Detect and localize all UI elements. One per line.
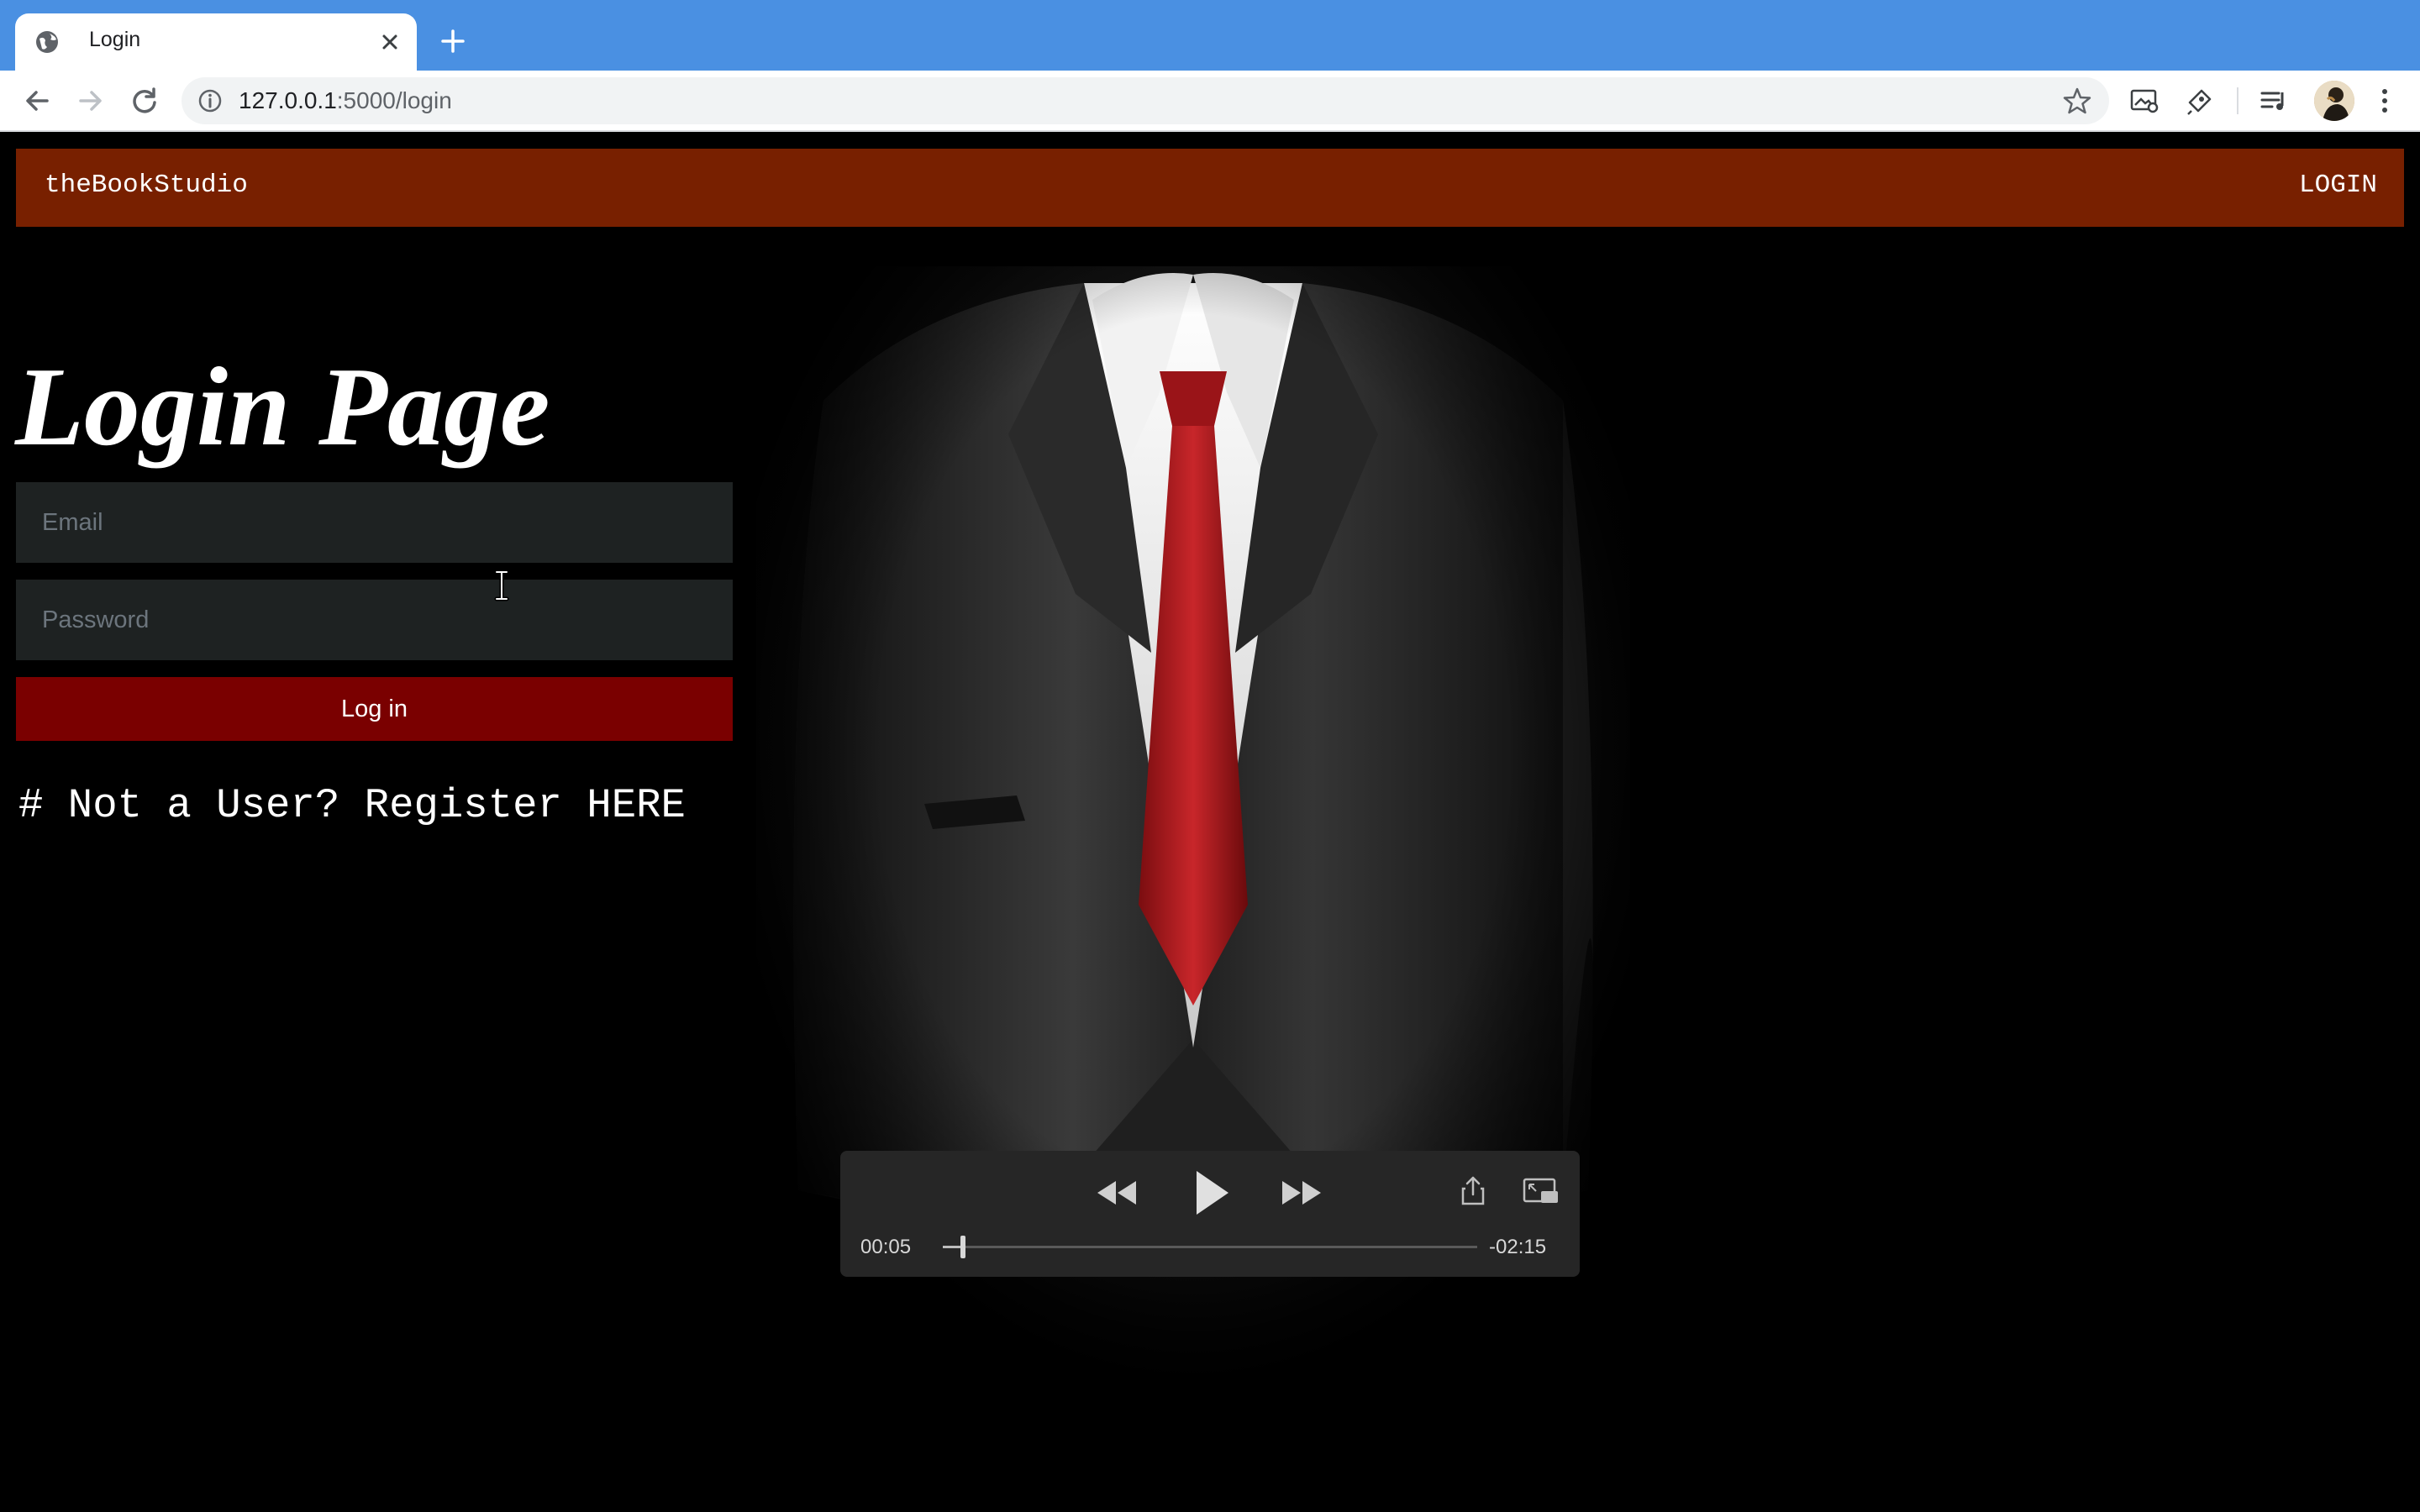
login-button[interactable]: Log in	[16, 677, 733, 741]
page-viewport: theBookStudio LOGIN Login Page Email Pas…	[0, 132, 2420, 1512]
elapsed-time: 00:05	[860, 1236, 912, 1258]
tab-login[interactable]: Login	[15, 13, 417, 71]
toolbar-separator	[2237, 87, 2238, 114]
share-icon[interactable]	[1460, 1176, 1486, 1206]
text-cursor-icon	[494, 570, 509, 601]
avatar-icon	[2314, 81, 2354, 121]
reload-icon[interactable]	[128, 84, 161, 118]
info-icon[interactable]	[197, 87, 224, 114]
seek-bar[interactable]	[943, 1236, 1477, 1258]
kebab-menu-icon[interactable]	[2368, 84, 2402, 118]
address-bar[interactable]: 127.0.0.1:5000/login	[182, 77, 2109, 124]
globe-icon	[36, 31, 58, 53]
close-icon[interactable]	[376, 29, 403, 55]
play-icon[interactable]	[1192, 1168, 1232, 1218]
nav-login-link[interactable]: LOGIN	[2299, 171, 2377, 200]
page-title: Login Page	[15, 344, 550, 469]
suit-video-frame	[756, 266, 1630, 1476]
url-host: 127.0.0.1	[239, 87, 337, 113]
picture-in-picture-icon[interactable]	[1523, 1178, 1560, 1206]
browser-toolbar: 127.0.0.1:5000/login	[0, 71, 2420, 131]
seek-bar-knob[interactable]	[960, 1236, 965, 1258]
profile-avatar[interactable]	[2314, 81, 2354, 121]
star-icon[interactable]	[2062, 86, 2092, 116]
extension-icon[interactable]	[2183, 84, 2217, 118]
brand-link[interactable]: theBookStudio	[45, 171, 248, 200]
tab-strip: Login	[0, 0, 2420, 71]
register-link[interactable]: # Not a User? Register HERE	[18, 782, 686, 829]
password-field[interactable]: Password	[16, 580, 733, 660]
password-placeholder: Password	[42, 606, 150, 633]
rewind-icon[interactable]	[1094, 1176, 1139, 1210]
remaining-time: -02:15	[1489, 1236, 1547, 1258]
url-text: 127.0.0.1:5000/login	[239, 87, 452, 114]
site-navbar: theBookStudio LOGIN	[16, 149, 2404, 227]
media-queue-icon[interactable]	[2257, 84, 2291, 118]
email-placeholder: Email	[42, 509, 103, 536]
video-controls: 00:05 -02:15	[840, 1151, 1580, 1277]
image-search-icon[interactable]	[2128, 84, 2161, 118]
fast-forward-icon[interactable]	[1279, 1176, 1324, 1210]
plus-icon[interactable]	[437, 25, 469, 57]
back-icon[interactable]	[20, 84, 54, 118]
tab-title: Login	[89, 28, 141, 51]
forward-icon[interactable]	[74, 84, 108, 118]
email-field[interactable]: Email	[16, 482, 733, 563]
url-path: :5000/login	[336, 87, 452, 113]
